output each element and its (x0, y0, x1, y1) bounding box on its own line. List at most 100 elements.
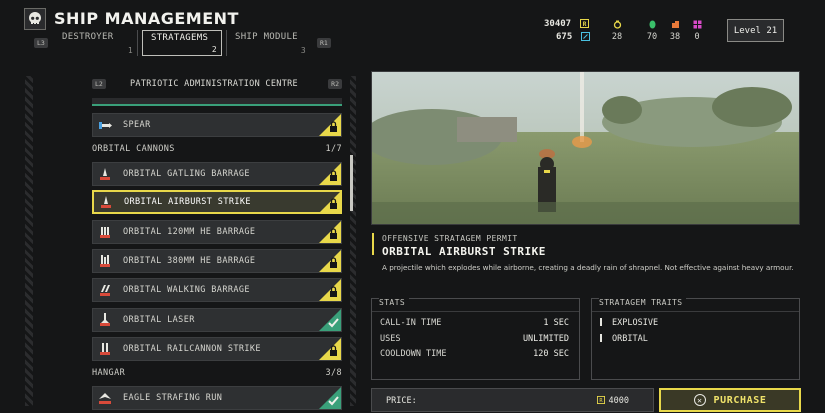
owned-check-icon (319, 387, 341, 409)
lock-icon (319, 221, 341, 243)
item-label: EAGLE STRAFING RUN (123, 393, 223, 403)
hazard-stripe (350, 76, 356, 406)
requisition-slips: 30407 R (544, 19, 589, 29)
requisition-icon: R (596, 396, 605, 404)
stat-uses: USES UNLIMITED (380, 334, 569, 344)
item-label: ORBITAL 120MM HE BARRAGE (123, 227, 256, 237)
medals: 675 (556, 32, 590, 42)
tab-destroyer[interactable]: DESTROYER 1 (54, 30, 138, 56)
lock-icon (319, 338, 341, 360)
traits-title: STRATAGEM TRAITS (599, 298, 687, 307)
permit-accent-bar (372, 233, 374, 255)
stratagem-preview-image (371, 71, 800, 225)
owned-check-icon (319, 309, 341, 331)
lock-icon (319, 114, 341, 136)
section-orbital-cannons: ORBITAL CANNONS 1/7 (92, 144, 342, 154)
price-label: PRICE: (386, 396, 417, 406)
panel-title: PATRIOTIC ADMINISTRATION CENTRE (130, 79, 298, 89)
kbd-hint-r2: R2 (328, 79, 342, 89)
warbond-panel-header: L2 PATRIOTIC ADMINISTRATION CENTRE R2 (92, 78, 346, 92)
tab-label: STRATAGEMS (151, 33, 209, 43)
list-item-orbital-walking-barrage[interactable]: ORBITAL WALKING BARRAGE (92, 278, 342, 302)
tab-number: 1 (127, 46, 133, 55)
section-title: ORBITAL CANNONS (92, 144, 175, 154)
purchase-button[interactable]: ✕ PURCHASE (659, 388, 801, 412)
super-samples: 38 (663, 20, 687, 42)
lock-icon (319, 191, 341, 213)
svg-text:R: R (582, 21, 586, 28)
super-sample-icon (671, 21, 679, 28)
kbd-hint-r1: R1 (317, 38, 331, 48)
price-value: R 4000 (596, 396, 629, 406)
item-label: ORBITAL AIRBURST STRIKE (124, 197, 251, 207)
list-scrollbar[interactable] (350, 155, 353, 211)
trait-orbital: ORBITAL (600, 334, 648, 344)
medal-icon (580, 32, 590, 41)
hazard-stripe (25, 76, 33, 406)
item-label: ORBITAL RAILCANNON STRIKE (123, 344, 261, 354)
tab-ship-module[interactable]: SHIP MODULE 3 (226, 30, 310, 56)
barrage-icon (98, 225, 112, 239)
medal-count: 675 (556, 32, 573, 42)
purchase-label: PURCHASE (713, 394, 767, 406)
stats-title: STATS (379, 298, 410, 307)
section-count: 1/7 (325, 144, 342, 154)
kbd-hint-l3: L3 (34, 38, 48, 48)
requisition-count: 30407 (544, 19, 572, 29)
stratagem-description: A projectile which explodes while airbor… (382, 263, 794, 272)
skull-logo-icon (24, 8, 46, 30)
tab-label: DESTROYER (62, 32, 114, 42)
tab-stratagems[interactable]: STRATAGEMS 2 (142, 30, 222, 56)
item-label: ORBITAL WALKING BARRAGE (123, 285, 250, 295)
list-item-orbital-gatling-barrage[interactable]: ORBITAL GATLING BARRAGE (92, 162, 342, 186)
list-item-orbital-airburst-strike[interactable]: ORBITAL AIRBURST STRIKE (92, 190, 342, 214)
traits-panel: STRATAGEM TRAITS EXPLOSIVE ORBITAL (591, 298, 800, 380)
permit-type: OFFENSIVE STRATAGEM PERMIT (382, 234, 518, 243)
list-item-spear[interactable]: SPEAR (92, 113, 342, 137)
tab-number: 2 (211, 45, 217, 54)
section-count: 3/8 (325, 368, 342, 378)
list-item-orbital-railcannon-strike[interactable]: ORBITAL RAILCANNON STRIKE (92, 337, 342, 361)
cross-button-icon: ✕ (693, 394, 706, 406)
stat-call-in-time: CALL-IN TIME 1 SEC (380, 318, 569, 328)
special-samples: 0 (685, 20, 709, 42)
section-title: HANGAR (92, 368, 126, 378)
stat-cooldown-time: COOLDOWN TIME 120 SEC (380, 349, 569, 359)
list-item-partial[interactable] (92, 98, 342, 106)
player-level-badge: Level 21 (727, 19, 784, 42)
lock-icon (319, 163, 341, 185)
kbd-hint-l2: L2 (92, 79, 106, 89)
page-title: SHIP MANAGEMENT (54, 9, 239, 28)
railcannon-icon (98, 342, 112, 356)
common-samples: 28 (605, 20, 629, 42)
item-label: SPEAR (123, 120, 151, 130)
spear-icon (98, 118, 112, 132)
lock-icon (319, 250, 341, 272)
requisition-icon: R (579, 19, 589, 28)
walking-barrage-icon (98, 283, 112, 297)
item-label: ORBITAL 380MM HE BARRAGE (123, 256, 256, 266)
tab-label: SHIP MODULE (235, 32, 298, 42)
trait-explosive: EXPLOSIVE (600, 318, 658, 328)
stratagem-name: ORBITAL AIRBURST STRIKE (382, 245, 546, 258)
barrage-icon (98, 254, 112, 268)
lock-icon (319, 279, 341, 301)
rare-samples: 70 (640, 20, 664, 42)
price-bar: PRICE: R 4000 (371, 388, 654, 412)
list-item-orbital-laser[interactable]: ORBITAL LASER (92, 308, 342, 332)
list-item-orbital-380mm-he-barrage[interactable]: ORBITAL 380MM HE BARRAGE (92, 249, 342, 273)
item-label: ORBITAL GATLING BARRAGE (123, 169, 250, 179)
list-item-orbital-120mm-he-barrage[interactable]: ORBITAL 120MM HE BARRAGE (92, 220, 342, 244)
stats-panel: STATS CALL-IN TIME 1 SEC USES UNLIMITED … (371, 298, 580, 380)
tab-number: 3 (300, 46, 306, 55)
orbital-strike-icon (99, 195, 113, 209)
laser-icon (98, 313, 112, 327)
item-label: ORBITAL LASER (123, 315, 195, 325)
orbital-strike-icon (98, 167, 112, 181)
special-sample-icon (693, 20, 701, 29)
common-sample-icon (613, 20, 621, 29)
list-item-eagle-strafing-run[interactable]: EAGLE STRAFING RUN (92, 386, 342, 410)
section-hangar: HANGAR 3/8 (92, 368, 342, 378)
rare-sample-icon (649, 20, 655, 29)
eagle-icon (98, 391, 112, 405)
